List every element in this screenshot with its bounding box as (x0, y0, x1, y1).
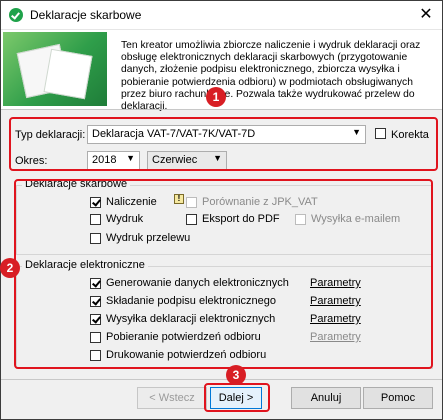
annotation-badge-3: 3 (226, 365, 246, 385)
help-button[interactable]: Pomoc (363, 387, 433, 409)
banner-description: Ten kreator umożliwia zbiorcze naliczeni… (121, 40, 421, 113)
annotation-badge-2: 2 (0, 258, 20, 278)
documents-illustration-icon (3, 32, 107, 106)
cancel-button[interactable]: Anuluj (291, 387, 361, 409)
app-logo-icon (9, 8, 23, 22)
close-button[interactable]: ✕ (414, 3, 438, 27)
banner-divider (1, 109, 442, 110)
dialog-window: Deklaracje skarbowe ✕ Ten kreator umożli… (0, 0, 443, 420)
back-button[interactable]: < Wstecz (137, 387, 207, 409)
window-title: Deklaracje skarbowe (30, 8, 142, 22)
annotation-box-1 (9, 117, 438, 171)
annotation-badge-1: 1 (206, 87, 226, 107)
title-bar: Deklaracje skarbowe ✕ (1, 1, 442, 30)
footer-divider (1, 379, 442, 380)
annotation-box-3 (204, 383, 270, 412)
annotation-box-2 (14, 179, 433, 369)
